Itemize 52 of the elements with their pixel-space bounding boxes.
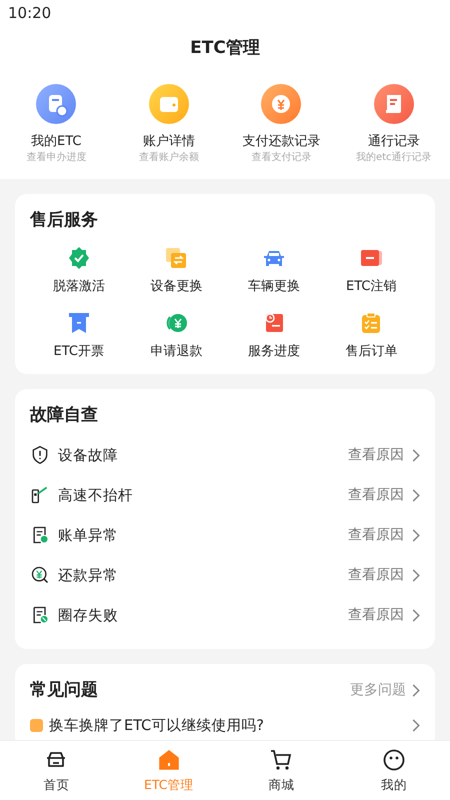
service-item[interactable]: 脱落激活 [30,246,128,295]
receipt-icon [66,311,91,335]
service-item[interactable]: 售后订单 [322,311,420,360]
toll-gate-icon [30,485,50,505]
quick-link[interactable]: 我的ETC 查看申办进度 [0,84,112,165]
nav-tab[interactable]: 我的 [338,741,450,800]
section-title: 常见问题 [30,679,98,702]
yuan-coin-icon [261,84,302,124]
page-title: ETC管理 [190,37,260,59]
warning-shield-icon [30,445,50,465]
section-title: 故障自查 [30,404,99,427]
nav-tab[interactable]: 首页 [0,741,112,800]
chevron-right-icon [412,528,420,542]
quick-link[interactable]: 通行记录 我的etc通行记录 [338,84,450,165]
fault-label: 圈存失败 [58,606,119,624]
view-reason-link[interactable]: 查看原因 [348,566,420,584]
status-time: 10:20 [8,4,52,22]
yuan-refund-icon [164,311,188,335]
scroll-icon [374,84,414,124]
view-reason-link[interactable]: 查看原因 [348,606,420,624]
document-icon [36,84,76,124]
home-icon [156,748,181,772]
service-item[interactable]: ETC开票 [30,311,128,360]
view-reason-link[interactable]: 查看原因 [348,486,420,504]
section-title: 售后服务 [30,209,99,232]
yuan-search-icon [30,565,50,585]
fault-label: 还款异常 [58,566,119,584]
view-reason-link[interactable]: 查看原因 [348,526,420,544]
chevron-right-icon [412,488,420,502]
fault-label: 账单异常 [58,526,119,544]
faq-question[interactable]: 换车换牌了ETC可以继续使用吗? [49,716,406,735]
wallet-icon [148,84,189,124]
face-icon [382,748,406,772]
badge-check-icon [66,246,91,270]
service-item[interactable]: 设备更换 [128,246,225,295]
chevron-right-icon [412,684,420,696]
swap-card-icon [164,246,188,270]
quick-link[interactable]: 支付还款记录 查看支付记录 [225,84,338,165]
chevron-right-icon [412,719,420,732]
chevron-right-icon [412,448,420,462]
service-item[interactable]: 车辆更换 [225,246,322,295]
cart-icon [269,748,294,772]
view-reason-link[interactable]: 查看原因 [348,446,420,464]
service-item[interactable]: ETC注销 [322,246,420,295]
service-item[interactable]: 申请退款 [128,311,225,360]
service-item[interactable]: 服务进度 [225,311,322,360]
quick-link[interactable]: 账户详情 查看账户余额 [112,84,225,165]
nav-tab[interactable]: 商城 [225,741,338,800]
chevron-right-icon [412,608,420,622]
fault-label: 设备故障 [58,446,119,464]
fault-label: 高速不抬杆 [58,486,134,504]
chevron-right-icon [412,568,420,582]
